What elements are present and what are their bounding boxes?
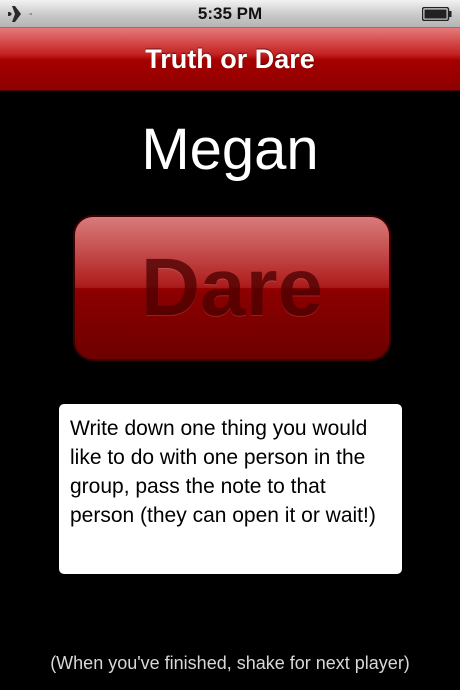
shake-hint: (When you've finished, shake for next pl…: [50, 653, 410, 673]
battery-icon: [422, 7, 452, 21]
dare-text: Write down one thing you would like to d…: [70, 417, 376, 527]
status-clock: 5:35 PM: [197, 4, 263, 23]
dare-button[interactable]: Dare: [73, 215, 391, 361]
dare-card: Write down one thing you would like to d…: [59, 404, 402, 574]
nav-title: Truth or Dare: [145, 44, 315, 74]
status-bar: 5:35 PM: [0, 0, 460, 28]
player-name: Megan: [141, 117, 319, 182]
nav-bar: Truth or Dare: [0, 28, 460, 91]
dare-button-label: Dare: [140, 242, 324, 333]
